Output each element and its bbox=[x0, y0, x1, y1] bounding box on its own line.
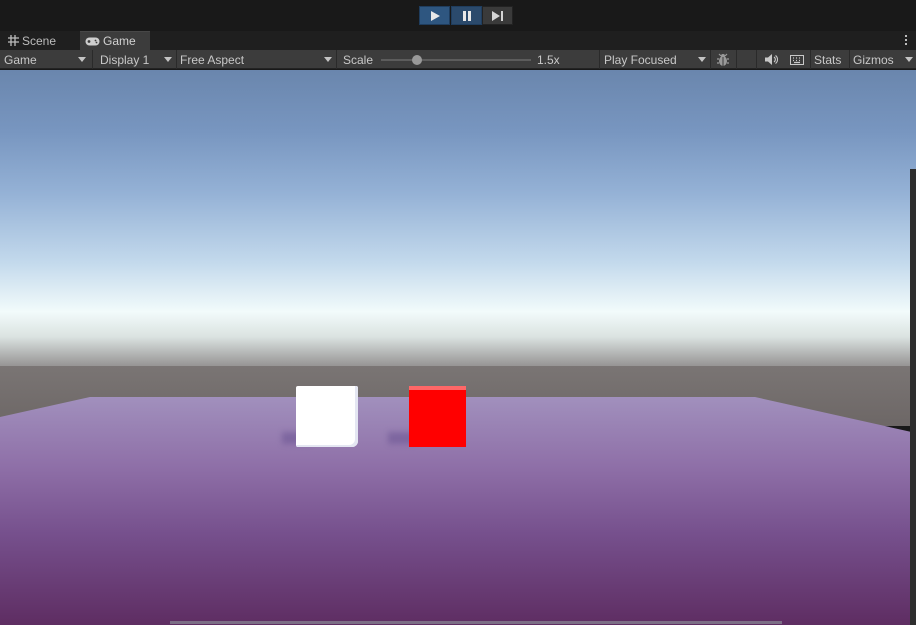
red-cube bbox=[409, 386, 466, 447]
horizontal-scrollbar[interactable] bbox=[170, 621, 782, 624]
keyboard-icon[interactable] bbox=[788, 50, 806, 69]
chevron-down-icon bbox=[78, 57, 86, 62]
game-viewport[interactable] bbox=[0, 70, 916, 625]
separator bbox=[810, 50, 811, 69]
separator bbox=[92, 50, 93, 69]
play-toolbar bbox=[0, 0, 916, 31]
chevron-down-icon bbox=[164, 57, 172, 62]
chevron-down-icon[interactable] bbox=[905, 57, 913, 62]
gizmos-button[interactable]: Gizmos bbox=[853, 50, 894, 69]
separator bbox=[176, 50, 177, 69]
scale-value: 1.5x bbox=[537, 52, 560, 67]
separator bbox=[849, 50, 850, 69]
step-button[interactable] bbox=[482, 6, 513, 25]
tab-scene-label: Scene bbox=[22, 33, 57, 48]
vertical-scrollbar[interactable] bbox=[910, 169, 916, 625]
separator bbox=[736, 50, 737, 69]
play-icon bbox=[430, 10, 440, 21]
separator bbox=[599, 50, 600, 69]
gamepad-icon bbox=[85, 37, 100, 46]
scale-label: Scale bbox=[343, 52, 374, 67]
display-value: Display 1 bbox=[100, 52, 150, 67]
aspect-dropdown[interactable]: Free Aspect bbox=[180, 50, 332, 69]
pause-icon bbox=[462, 10, 471, 21]
game-view-toolbar: Game Display 1 Free Aspect Scale 1.5x Pl… bbox=[0, 50, 916, 69]
tab-game-label: Game bbox=[103, 34, 136, 48]
step-icon bbox=[491, 10, 503, 21]
play-button[interactable] bbox=[419, 6, 450, 25]
scale-slider-thumb[interactable] bbox=[412, 55, 422, 65]
tab-scene[interactable]: Scene bbox=[4, 31, 78, 50]
chevron-down-icon bbox=[324, 57, 332, 62]
render-mode-dropdown[interactable]: Game bbox=[4, 50, 90, 69]
separator bbox=[336, 50, 337, 69]
separator bbox=[710, 50, 711, 69]
pause-button[interactable] bbox=[451, 6, 482, 25]
speaker-icon[interactable] bbox=[762, 50, 780, 69]
bug-icon[interactable] bbox=[714, 50, 732, 69]
display-dropdown[interactable]: Display 1 bbox=[100, 50, 172, 69]
white-cube bbox=[296, 386, 358, 447]
tab-game[interactable]: Game bbox=[80, 31, 150, 50]
chevron-down-icon bbox=[698, 57, 706, 62]
grid-icon bbox=[8, 35, 19, 46]
stats-button[interactable]: Stats bbox=[814, 50, 841, 69]
play-mode-value: Play Focused bbox=[604, 52, 677, 67]
play-mode-dropdown[interactable]: Play Focused bbox=[604, 50, 706, 69]
tab-bar: Scene Game bbox=[0, 31, 916, 50]
separator bbox=[756, 50, 757, 69]
tab-menu-kebab-icon[interactable] bbox=[902, 33, 910, 47]
aspect-value: Free Aspect bbox=[180, 52, 245, 67]
sky bbox=[0, 70, 916, 380]
scale-slider-track[interactable] bbox=[381, 59, 531, 61]
render-mode-value: Game bbox=[4, 52, 37, 67]
